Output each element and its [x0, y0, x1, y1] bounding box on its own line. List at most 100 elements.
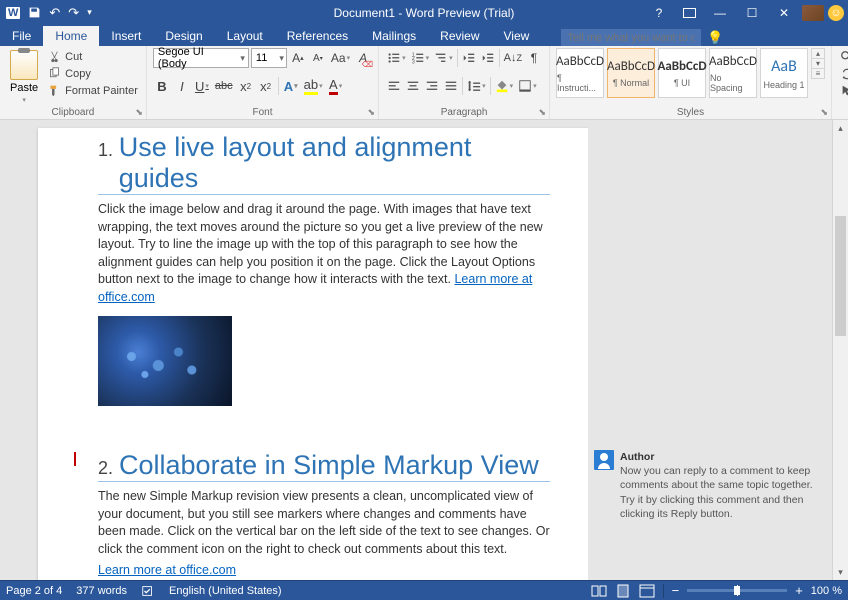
redo-icon[interactable]: ↷	[68, 5, 79, 21]
tab-references[interactable]: References	[275, 26, 360, 46]
body-paragraph: Click the image below and drag it around…	[98, 201, 550, 306]
qat-customize-icon[interactable]: ▾	[87, 7, 92, 18]
status-word-count[interactable]: 377 words	[76, 585, 127, 597]
tab-home[interactable]: Home	[43, 26, 99, 46]
group-clipboard: Paste ▾ Cut Copy Format Painter Clipboar…	[0, 46, 147, 119]
copy-button[interactable]: Copy	[46, 65, 140, 82]
replace-button[interactable]: Replace	[838, 65, 848, 82]
subscript-button[interactable]: x2	[237, 76, 255, 96]
multilevel-list-icon[interactable]	[432, 48, 455, 68]
comment[interactable]: Author Now you can reply to a comment to…	[594, 450, 820, 521]
line-spacing-icon[interactable]	[465, 76, 488, 96]
heading-1: 1. Use live layout and alignment guides	[98, 132, 550, 195]
align-left-icon[interactable]	[385, 76, 403, 96]
user-avatar[interactable]	[802, 5, 824, 21]
ribbon-display-icon[interactable]	[683, 8, 696, 18]
scroll-thumb[interactable]	[835, 216, 846, 336]
paragraph-launcher-icon[interactable]: ⬊	[538, 107, 546, 118]
maximize-icon[interactable]: ☐	[738, 3, 766, 23]
zoom-out-icon[interactable]: −	[672, 583, 680, 598]
bullets-icon[interactable]	[385, 48, 408, 68]
font-family-select[interactable]: Segoe UI (Body	[153, 48, 249, 68]
zoom-in-icon[interactable]: +	[795, 583, 803, 598]
strikethrough-button[interactable]: abc	[213, 76, 235, 96]
increase-indent-icon[interactable]	[479, 48, 497, 68]
align-center-icon[interactable]	[404, 76, 422, 96]
feedback-smiley-icon[interactable]: ☺	[828, 5, 844, 21]
web-layout-icon[interactable]	[639, 584, 655, 598]
group-styles: AaBbCcD¶ Instructi... AaBbCcD¶ Normal Aa…	[550, 46, 832, 119]
styles-up-icon[interactable]: ▴	[812, 49, 824, 59]
increase-font-icon[interactable]: A▴	[289, 48, 307, 68]
help-icon[interactable]: ?	[645, 3, 673, 23]
print-layout-icon[interactable]	[615, 584, 631, 598]
styles-launcher-icon[interactable]: ⬊	[820, 107, 828, 118]
format-painter-button[interactable]: Format Painter	[46, 82, 140, 99]
italic-button[interactable]: I	[173, 76, 191, 96]
styles-down-icon[interactable]: ▾	[812, 59, 824, 69]
underline-button[interactable]: U	[193, 76, 211, 96]
close-icon[interactable]: ✕	[770, 3, 798, 23]
clear-formatting-icon[interactable]: A⌫	[354, 48, 372, 68]
font-color-icon[interactable]: A	[327, 76, 345, 96]
save-icon[interactable]	[28, 6, 41, 19]
style-no-spacing[interactable]: AaBbCcDNo Spacing	[709, 48, 757, 98]
revision-bar[interactable]	[74, 452, 76, 466]
highlight-icon[interactable]: ab	[302, 76, 325, 96]
find-button[interactable]: Find	[838, 48, 848, 65]
paste-button[interactable]: Paste ▾	[6, 48, 42, 106]
style-instructions[interactable]: AaBbCcD¶ Instructi...	[556, 48, 604, 98]
borders-icon[interactable]	[516, 76, 539, 96]
undo-icon[interactable]: ↶	[49, 5, 60, 21]
numbering-icon[interactable]: 123	[409, 48, 432, 68]
select-button[interactable]: Select	[838, 82, 848, 99]
justify-icon[interactable]	[442, 76, 460, 96]
style-normal[interactable]: AaBbCcD¶ Normal	[607, 48, 655, 98]
ribbon-tabs: File Home Insert Design Layout Reference…	[0, 25, 848, 46]
zoom-slider[interactable]	[687, 589, 787, 592]
status-language[interactable]: English (United States)	[169, 585, 282, 597]
document-area: 1. Use live layout and alignment guides …	[0, 120, 848, 580]
tab-insert[interactable]: Insert	[99, 26, 153, 46]
styles-gallery-nav[interactable]: ▴▾≡	[811, 48, 825, 79]
document-scroll[interactable]: 1. Use live layout and alignment guides …	[0, 120, 588, 580]
quick-access-toolbar: W ↶ ↷ ▾	[0, 5, 92, 21]
status-proofing-icon[interactable]	[141, 584, 155, 598]
superscript-button[interactable]: x2	[257, 76, 275, 96]
text-effects-icon[interactable]: A	[282, 76, 300, 96]
scroll-up-icon[interactable]: ▴	[833, 120, 848, 136]
tab-file[interactable]: File	[0, 26, 43, 46]
read-mode-icon[interactable]	[591, 584, 607, 598]
tell-me-input[interactable]	[561, 29, 701, 46]
zoom-level[interactable]: 100 %	[811, 585, 842, 597]
tab-view[interactable]: View	[492, 26, 542, 46]
vertical-scrollbar[interactable]: ▴ ▾	[832, 120, 848, 580]
decrease-font-icon[interactable]: A▾	[309, 48, 327, 68]
show-marks-icon[interactable]: ¶	[525, 48, 543, 68]
scroll-track[interactable]	[833, 136, 848, 564]
learn-more-link-2[interactable]: Learn more at office.com	[98, 563, 236, 577]
shading-icon[interactable]	[493, 76, 516, 96]
tab-review[interactable]: Review	[428, 26, 491, 46]
tab-layout[interactable]: Layout	[215, 26, 275, 46]
font-launcher-icon[interactable]: ⬊	[368, 107, 376, 118]
tab-mailings[interactable]: Mailings	[360, 26, 428, 46]
styles-more-icon[interactable]: ≡	[812, 69, 824, 78]
scroll-down-icon[interactable]: ▾	[833, 564, 848, 580]
bold-button[interactable]: B	[153, 76, 171, 96]
inline-image[interactable]	[98, 316, 232, 406]
status-page[interactable]: Page 2 of 4	[6, 585, 62, 597]
clipboard-launcher-icon[interactable]: ⬊	[135, 107, 143, 118]
align-right-icon[interactable]	[423, 76, 441, 96]
style-heading1[interactable]: AaBHeading 1	[760, 48, 808, 98]
style-ui[interactable]: AaBbCcD¶ UI	[658, 48, 706, 98]
cut-button[interactable]: Cut	[46, 48, 140, 65]
minimize-icon[interactable]: —	[706, 3, 734, 23]
tell-me-bulb-icon[interactable]: 💡	[707, 30, 723, 46]
sort-icon[interactable]: A↓Z	[502, 48, 524, 68]
tab-design[interactable]: Design	[153, 26, 214, 46]
decrease-indent-icon[interactable]	[460, 48, 478, 68]
font-size-select[interactable]: 11	[251, 48, 287, 68]
change-case-icon[interactable]: Aa	[329, 48, 352, 68]
group-font: Segoe UI (Body 11 A▴ A▾ Aa A⌫ B I U abc …	[147, 46, 379, 119]
